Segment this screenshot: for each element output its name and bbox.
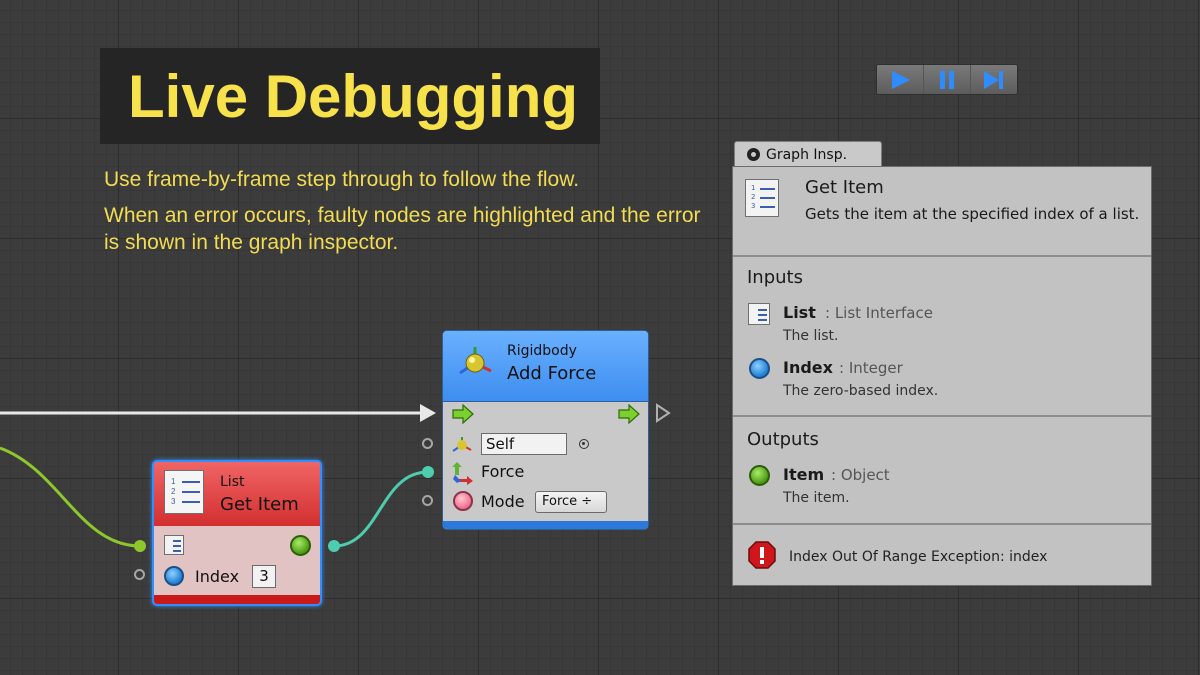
index-field[interactable]: 3 xyxy=(252,565,276,588)
rigidbody-icon xyxy=(459,347,492,375)
step-button[interactable] xyxy=(971,65,1017,94)
input-list-type: : List Interface xyxy=(825,304,933,322)
item-wire-start xyxy=(328,540,340,552)
input-index-type: : Integer xyxy=(839,359,903,377)
node-category: Rigidbody xyxy=(507,343,577,359)
get-item-node[interactable]: 1 2 3 List Get Item Index 3 xyxy=(152,460,322,606)
error-icon xyxy=(748,541,776,569)
pause-icon xyxy=(940,70,954,89)
divider xyxy=(733,255,1151,257)
list-wire-end xyxy=(134,540,146,552)
target-icon xyxy=(452,437,472,452)
index-label: Index xyxy=(195,567,240,586)
play-icon xyxy=(892,70,910,89)
index-input-port[interactable] xyxy=(134,569,145,580)
index-port-icon xyxy=(164,566,184,586)
mode-label: Mode xyxy=(481,492,525,511)
pause-button[interactable] xyxy=(924,65,971,94)
input-list-name: List xyxy=(783,303,816,322)
force-icon xyxy=(452,462,473,485)
control-out-port xyxy=(656,403,671,423)
input-index-description: The zero-based index. xyxy=(783,383,939,399)
force-label: Force xyxy=(481,462,525,481)
input-index-name: Index xyxy=(783,358,833,377)
list-port-icon xyxy=(164,535,184,555)
gear-icon xyxy=(747,148,760,161)
output-item-name: Item xyxy=(783,465,825,484)
target-input-port[interactable] xyxy=(422,438,433,449)
divider xyxy=(733,415,1151,417)
outputs-heading: Outputs xyxy=(747,429,819,450)
inputs-heading: Inputs xyxy=(747,267,803,288)
list-icon: 1 2 3 xyxy=(164,470,204,514)
tab-graph-inspector[interactable]: Graph Insp. xyxy=(734,141,882,167)
list-wire xyxy=(0,446,141,548)
inspector-node-title: Get Item xyxy=(805,177,884,198)
list-icon: 1 2 3 xyxy=(745,179,779,217)
target-field[interactable]: Self xyxy=(481,433,567,455)
target-value: Self xyxy=(486,435,515,453)
tab-label: Graph Insp. xyxy=(766,146,848,163)
control-output-icon xyxy=(618,404,640,424)
divider xyxy=(733,523,1151,525)
graph-inspector-panel: 1 2 3 Get Item Gets the item at the spec… xyxy=(732,166,1152,586)
list-port-icon xyxy=(748,303,770,325)
mode-port-icon xyxy=(453,491,473,511)
item-to-force-wire xyxy=(333,470,429,548)
input-list-description: The list. xyxy=(783,328,839,344)
node-footer xyxy=(154,595,320,604)
output-item-description: The item. xyxy=(783,490,850,506)
force-wire-end xyxy=(422,466,434,478)
debug-toolbar xyxy=(876,64,1018,95)
item-output-port[interactable] xyxy=(290,535,311,556)
description-line-1: Use frame-by-frame step through to follo… xyxy=(104,168,580,191)
error-message: Index Out Of Range Exception: index xyxy=(789,549,1048,565)
mode-input-port[interactable] xyxy=(422,495,433,506)
node-title: Add Force xyxy=(507,363,597,384)
object-port-icon xyxy=(749,465,770,486)
description-line-2: When an error occurs, faulty nodes are h… xyxy=(104,204,701,254)
integer-port-icon xyxy=(749,358,770,379)
add-force-node[interactable]: Rigidbody Add Force Self Force Mode Forc… xyxy=(442,330,649,530)
node-title: Get Item xyxy=(220,494,299,515)
control-input-icon xyxy=(452,404,474,424)
target-picker-icon[interactable] xyxy=(579,439,589,449)
output-item-type: : Object xyxy=(831,466,890,484)
index-value: 3 xyxy=(259,567,269,585)
page-title: Live Debugging xyxy=(128,63,578,130)
mode-dropdown[interactable]: Force ÷ xyxy=(535,491,607,513)
play-button[interactable] xyxy=(877,65,924,94)
mode-value: Force ÷ xyxy=(542,494,593,509)
step-icon xyxy=(984,70,1003,89)
node-category: List xyxy=(220,474,245,490)
node-footer xyxy=(443,521,648,529)
inspector-node-description: Gets the item at the specified index of … xyxy=(805,205,1140,223)
control-flow-arrow xyxy=(420,404,436,422)
